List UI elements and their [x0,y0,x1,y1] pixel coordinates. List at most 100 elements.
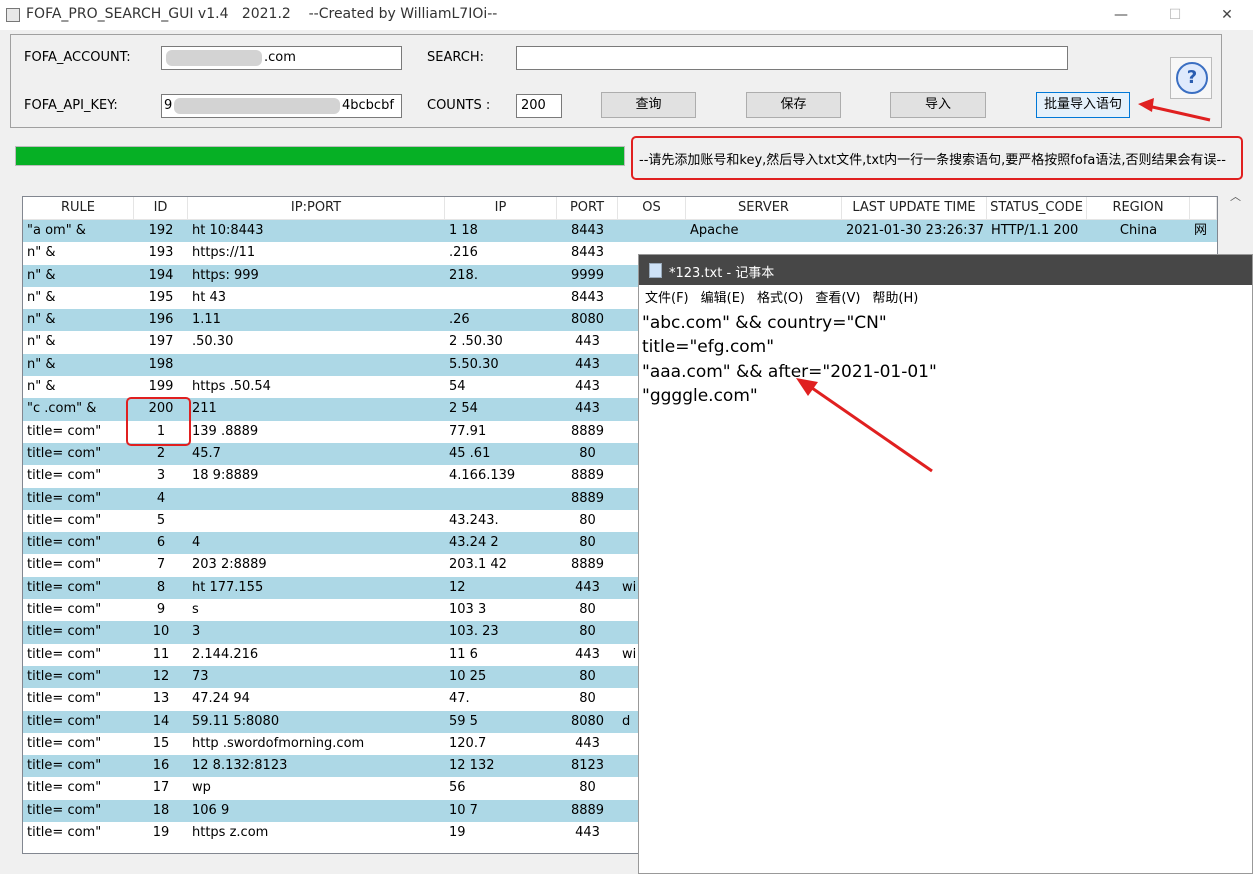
cell-id: 13 [152,691,170,707]
minimize-icon[interactable]: — [1106,4,1136,26]
notepad-title-bar[interactable]: *123.txt - 记事本 [639,255,1252,285]
cell-ip: 54 [449,379,466,395]
cell-port: 443 [575,356,600,372]
cell-port: 8123 [570,758,605,774]
cell-id: 12 [152,668,170,684]
cell-port: 8443 [570,223,605,238]
menu-view[interactable]: 查看(V) [815,287,860,306]
cell-rule: n" & [27,356,56,372]
cell-rule: title= com" [27,512,102,528]
cell-ip: 2 .50.30 [449,334,503,350]
cell-id: 18 [152,802,170,818]
cell-id: 16 [152,758,170,774]
cell-port: 8080 [570,312,605,328]
cell-rule: title= com" [27,646,102,662]
query-button[interactable]: 查询 [601,92,696,118]
search-input[interactable] [516,46,1068,70]
cell-rule: n" & [27,312,56,328]
cell-id: 196 [148,312,174,328]
counts-input[interactable]: 200 [516,94,562,118]
cell-ip-port: 3 [192,624,201,640]
cell-ip [445,287,557,309]
cell-ip: 43.243. [449,512,499,528]
cell-rule: title= com" [27,557,102,573]
column-header-server[interactable]: SERVER [686,197,842,219]
cell-ip-port: s [192,602,199,618]
cell-ip: .26 [449,312,470,328]
cell-rule: title= com" [27,825,102,841]
scroll-up-icon[interactable]: ︿ [1230,188,1241,204]
cell-ip-port: https .50.54 [192,379,271,395]
cell-rule: title= com" [27,758,102,774]
cell-port: 80 [579,691,596,707]
api-key-input[interactable]: 9 4bcbcbf [161,94,402,118]
cell-ip: 77.91 [449,423,487,439]
cell-rule: n" & [27,334,56,350]
column-header-port[interactable]: PORT [557,197,618,219]
cell-ip: 203.1 42 [449,557,507,573]
cell-rule: title= com" [27,668,102,684]
annotation-box-id [126,397,191,446]
window-title: FOFA_PRO_SEARCH_GUI v1.4 2021.2 --Create… [26,6,498,22]
annotation-arrow-icon [796,378,933,473]
cell-port: 443 [575,401,600,417]
cell-ip-port [188,488,445,510]
cell-port: 80 [579,602,596,618]
cell-id: 198 [148,356,174,372]
notepad-title: *123.txt - 记事本 [669,266,775,281]
cell-ip-port: 106 9 [192,802,230,818]
notepad-text-area[interactable]: "abc.com" && country="CN" title="efg.com"… [639,307,1252,412]
cell-ip-port: 139 .8889 [192,423,259,439]
cell-id: 199 [148,379,174,395]
account-value: .com [264,50,296,65]
column-header-last-update-time[interactable]: LAST UPDATE TIME [842,197,987,219]
import-button[interactable]: 导入 [890,92,986,118]
column-header-id[interactable]: ID [134,197,188,219]
cell-ip-port: http .swordofmorning.com [192,735,365,751]
cell-ip: 59 5 [449,713,478,729]
cell-rule: title= com" [27,624,102,640]
cell-port: 8080 [570,713,605,729]
column-header-region[interactable]: REGION [1087,197,1190,219]
column-header-rule[interactable]: RULE [23,197,134,219]
cell-rule: n" & [27,379,56,395]
cell-rule: title= com" [27,691,102,707]
cell-ip: 218. [449,267,478,283]
cell-ip: 103. 23 [449,624,499,640]
menu-file[interactable]: 文件(F) [645,287,689,306]
maximize-icon[interactable]: ☐ [1160,4,1190,26]
cell-ip: 5.50.30 [449,356,499,372]
save-button[interactable]: 保存 [746,92,841,118]
notepad-line: title="efg.com" [642,337,775,358]
close-icon[interactable]: ✕ [1212,4,1242,26]
cell-ip: 12 [449,579,466,595]
cell-port: 443 [575,379,600,395]
cell-port: 9999 [570,267,605,283]
column-header-ip-port[interactable]: IP:PORT [188,197,445,219]
cell-ip: 43.24 2 [449,535,499,551]
cell-ip: 12 132 [449,758,495,774]
table-scrollbar[interactable]: ︿ [1226,186,1244,246]
menu-edit[interactable]: 编辑(E) [701,287,745,306]
table-row[interactable]: "a om" & 192 ht 10:8443 1 18 8443 Apache 2021-… [23,220,1217,243]
cell-rule: title= com" [27,579,102,595]
batch-import-button[interactable]: 批量导入语句 [1036,92,1130,118]
cell-ip-port: ht 43 [192,289,227,305]
column-header-ip[interactable]: IP [445,197,557,219]
menu-format[interactable]: 格式(O) [757,287,803,306]
api-key-label: FOFA_API_KEY: [24,98,118,113]
menu-help[interactable]: 帮助(H) [872,287,918,306]
cell-port: 80 [579,624,596,640]
cell-ip: 11 6 [449,646,478,662]
cell-ip: 120.7 [449,735,487,751]
cell-ip: .216 [449,245,478,261]
account-input[interactable]: .com [161,46,402,70]
cell-os [618,220,686,242]
notepad-window[interactable]: *123.txt - 记事本 文件(F) 编辑(E) 格式(O) 查看(V) 帮… [638,254,1253,874]
cell-id: 17 [152,780,170,796]
column-header-os[interactable]: OS [618,197,686,219]
column-header-status-code[interactable]: STATUS_CODE [987,197,1087,219]
notepad-menu-bar: 文件(F) 编辑(E) 格式(O) 查看(V) 帮助(H) [639,285,1252,307]
help-button[interactable]: ? [1170,57,1212,99]
cell-port: 80 [579,668,596,684]
